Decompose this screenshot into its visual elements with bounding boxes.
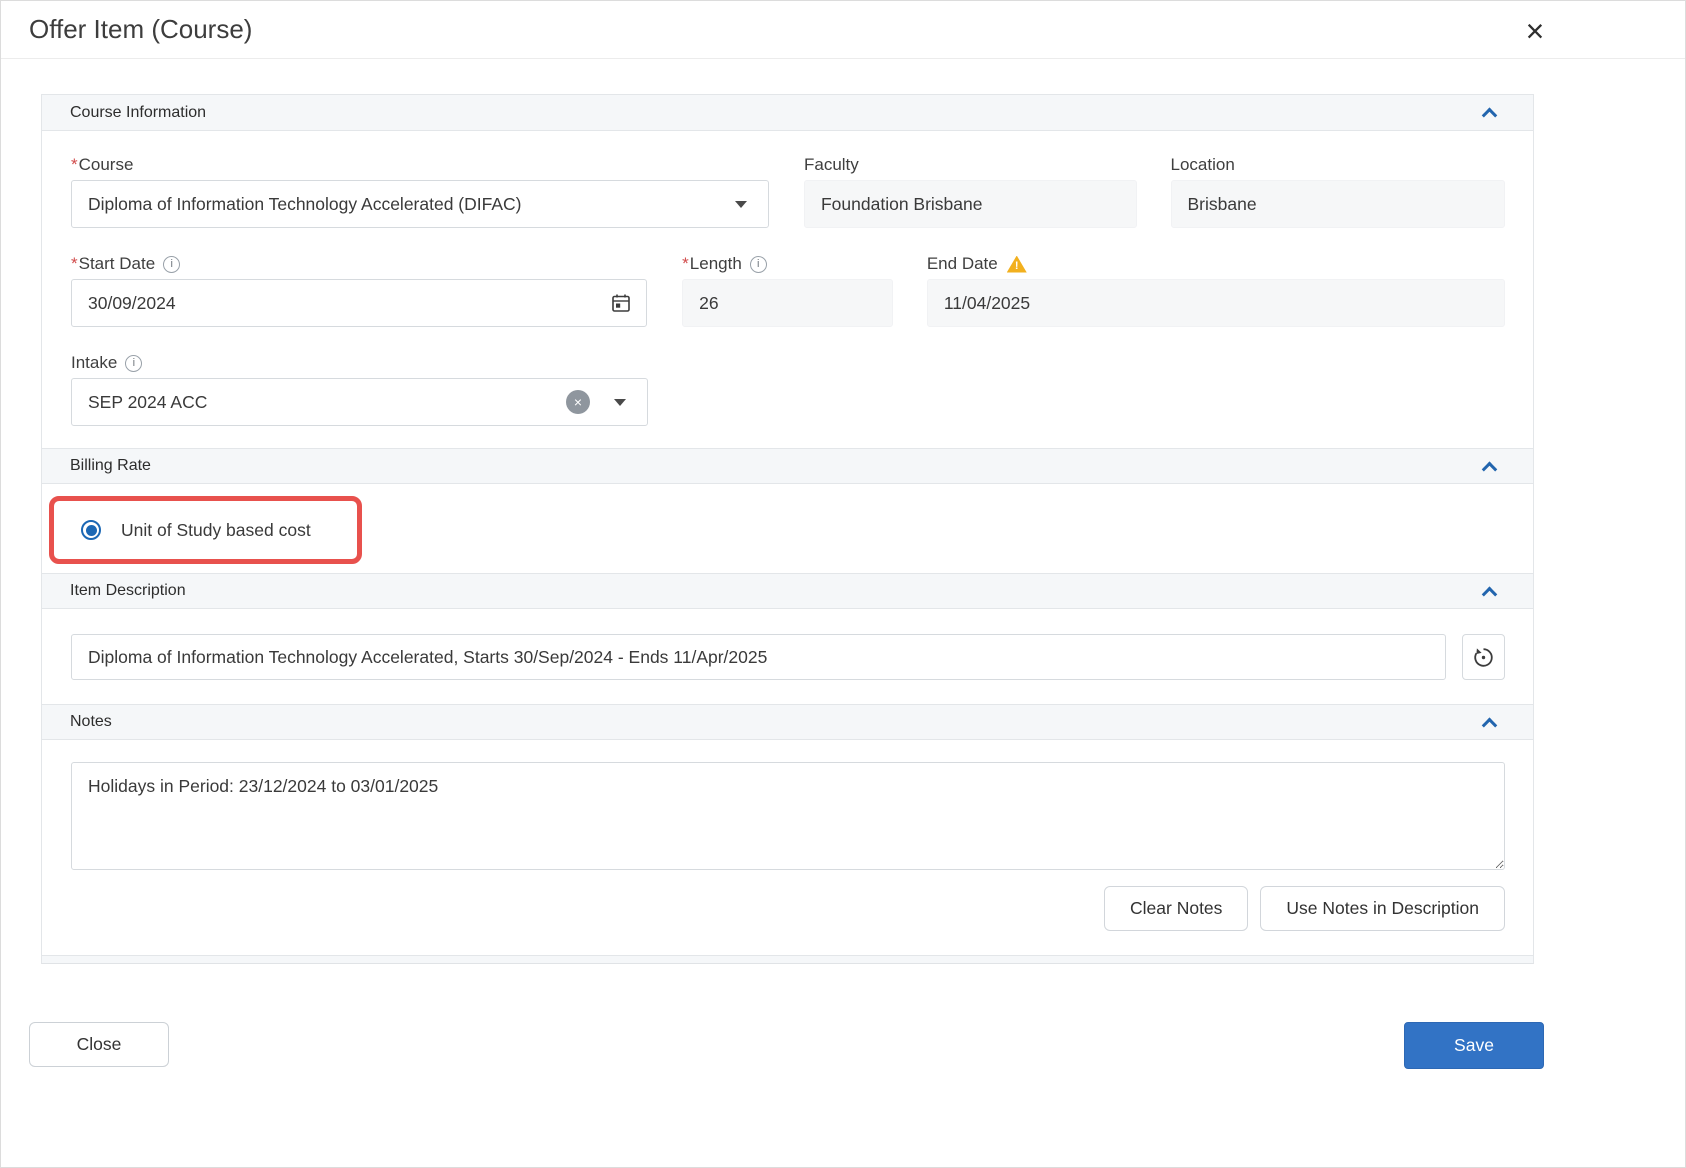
chevron-up-icon[interactable]	[1481, 461, 1498, 477]
caret-down-icon[interactable]	[734, 201, 747, 208]
course-information-content: *Course Faculty Location	[42, 131, 1533, 448]
notes-buttons-row: Clear Notes Use Notes in Description	[71, 886, 1505, 931]
course-row: *Course Faculty Location	[71, 155, 1506, 228]
unit-of-study-radio[interactable]	[81, 520, 101, 540]
required-asterisk: *	[71, 155, 78, 174]
section-header-notes[interactable]: Notes	[42, 704, 1533, 740]
item-description-content	[42, 609, 1533, 704]
info-icon: i	[125, 354, 143, 372]
annotation-highlight: Unit of Study based cost	[49, 496, 362, 564]
faculty-label: Faculty	[803, 155, 859, 174]
billing-rate-content: Unit of Study based cost	[42, 484, 1533, 573]
course-select[interactable]	[71, 180, 769, 228]
section-header-item-description[interactable]: Item Description	[42, 573, 1533, 609]
course-select-wrap	[71, 180, 769, 228]
caret-down-icon[interactable]	[614, 399, 626, 406]
end-date-field: End Date !	[926, 254, 1505, 327]
radio-label[interactable]: Unit of Study based cost	[121, 520, 311, 541]
offer-item-dialog: Offer Item (Course) × Course Information…	[0, 0, 1686, 1168]
chevron-up-icon[interactable]	[1481, 586, 1498, 602]
info-icon: i	[749, 255, 767, 273]
dialog-title: Offer Item (Course)	[29, 14, 253, 44]
length-label-text: Length	[689, 254, 742, 273]
length-input	[682, 279, 893, 327]
restore-description-button[interactable]	[1462, 634, 1505, 680]
required-asterisk: *	[71, 254, 78, 273]
save-button[interactable]: Save	[1404, 1022, 1544, 1069]
section-header-billing-rate[interactable]: Billing Rate	[42, 448, 1533, 484]
start-date-label: * Start Date i	[71, 254, 647, 274]
end-date-input	[926, 279, 1505, 327]
faculty-input	[803, 180, 1137, 228]
section-title: Billing Rate	[70, 457, 151, 474]
start-date-wrap	[71, 279, 648, 327]
dates-row: * Start Date i 30/09/2024 * Length i 26 …	[71, 254, 1505, 327]
intake-label: Intake i	[71, 353, 648, 373]
start-date-field: * Start Date i	[71, 254, 648, 327]
notes-content: Holidays in Period: 23/12/2024 to 03/01/…	[42, 740, 1533, 955]
section-title: Notes	[70, 713, 112, 730]
info-icon: i	[163, 255, 181, 273]
item-description-input[interactable]	[71, 634, 1446, 680]
intake-row: Intake i ×	[71, 353, 1505, 426]
course-label: * Course	[71, 155, 769, 175]
location-field: Location	[1170, 155, 1506, 228]
location-input	[1170, 180, 1506, 228]
intake-select-wrap: ×	[71, 378, 648, 426]
form-panel: Course Information * Course Diploma of I…	[42, 95, 1533, 963]
faculty-field: Faculty	[803, 155, 1137, 228]
length-field: * Length i	[682, 254, 893, 327]
section-header-course-information[interactable]: Course Information	[42, 95, 1533, 131]
radio-dot	[85, 524, 97, 536]
calendar-icon[interactable]	[609, 291, 633, 318]
dialog-footer: Close Save	[1, 1022, 1685, 1069]
dialog-header: Offer Item (Course) ×	[1, 1, 1685, 59]
section-title: Course Information	[70, 103, 207, 121]
dialog-body[interactable]: Course Information * Course Diploma of I…	[41, 94, 1534, 964]
location-label: Location	[1170, 155, 1235, 174]
chevron-up-icon[interactable]	[1481, 717, 1498, 733]
end-date-label-text: End Date	[926, 254, 998, 273]
section-header-billing-amount[interactable]: Billing Amount	[42, 955, 1533, 963]
intake-select[interactable]	[71, 378, 648, 426]
required-asterisk: *	[682, 254, 689, 273]
clear-notes-button[interactable]: Clear Notes	[1104, 886, 1249, 931]
notes-textarea[interactable]: Holidays in Period: 23/12/2024 to 03/01/…	[71, 762, 1505, 870]
length-label: * Length i	[682, 254, 893, 274]
close-icon[interactable]: ×	[1513, 9, 1557, 53]
use-notes-in-description-button[interactable]: Use Notes in Description	[1260, 886, 1505, 931]
end-date-label: End Date !	[927, 254, 1505, 274]
close-button[interactable]: Close	[29, 1022, 169, 1067]
warning-icon: !	[1006, 255, 1027, 273]
course-field: * Course	[71, 155, 769, 228]
start-date-input[interactable]	[71, 279, 648, 327]
course-label-text: Course	[78, 155, 134, 174]
section-title: Item Description	[70, 582, 186, 599]
chevron-up-icon[interactable]	[1481, 107, 1498, 124]
intake-label-text: Intake	[71, 353, 118, 372]
history-icon	[1474, 647, 1493, 667]
start-date-label-text: Start Date	[78, 254, 156, 273]
intake-field: Intake i ×	[71, 353, 648, 426]
clear-value-icon[interactable]: ×	[566, 390, 590, 414]
